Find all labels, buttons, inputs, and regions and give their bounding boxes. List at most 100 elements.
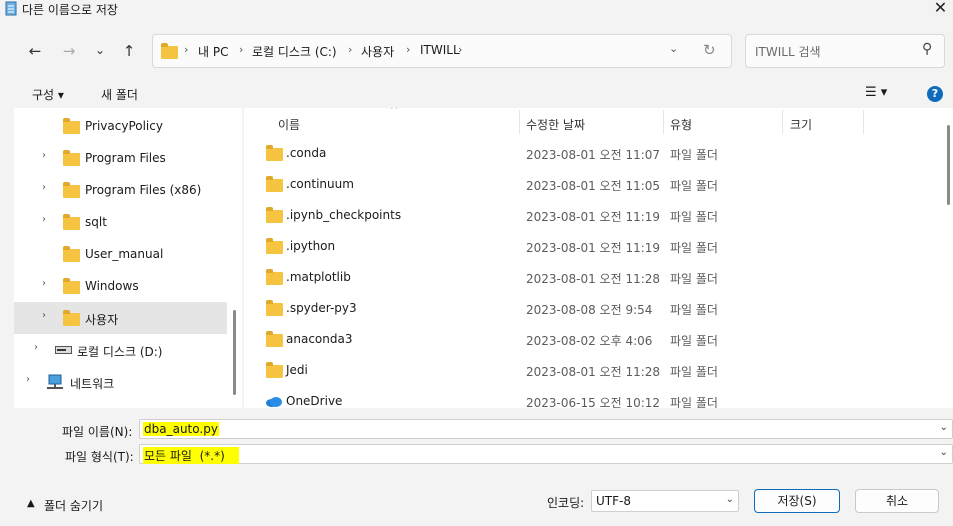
save-button[interactable]: 저장(S) [754,489,840,513]
file-row[interactable]: .conda 2023-08-01 오전 11:07 파일 폴더 [244,139,934,170]
file-type: 파일 폴더 [670,179,718,193]
column-divider[interactable] [782,110,783,134]
tree-item-program-files[interactable]: › Program Files [14,142,227,174]
tree-item-users[interactable]: › 사용자 [14,302,227,334]
filetype-label: 파일 형식(T): [65,450,134,464]
column-header-size[interactable]: 크기 [790,116,812,133]
file-modified: 2023-08-08 오전 9:54 [526,303,653,317]
tree-item-label: sqlt [85,215,107,229]
tree-item-label: PrivacyPolicy [85,119,163,133]
new-folder-button[interactable]: 새 폴더 [101,86,138,103]
file-row[interactable]: Jedi 2023-08-01 오전 11:28 파일 폴더 [244,356,934,387]
file-modified: 2023-08-02 오후 4:06 [526,334,653,348]
tree-item-user-manual[interactable]: User_manual [14,238,227,270]
breadcrumb-itwill[interactable]: ITWILL [420,43,460,57]
file-row[interactable]: .matplotlib 2023-08-01 오전 11:28 파일 폴더 [244,263,934,294]
notepad-icon [5,1,17,16]
chevron-right-icon[interactable]: › [42,310,46,321]
file-name: anaconda3 [286,332,353,346]
command-bar: 구성 ▾ 새 폴더 ☰ ▾ ? [0,80,953,108]
chevron-down-icon[interactable]: ⌄ [726,494,734,505]
filename-input[interactable]: dba_auto.py [143,422,219,436]
chevron-right-icon[interactable]: › [42,182,46,193]
file-list: ^ 이름 수정한 날짜 유형 크기 .conda 2023-08-01 오전 1… [244,108,953,408]
search-icon[interactable]: ⚲ [922,41,932,57]
organize-button[interactable]: 구성 ▾ [32,86,64,103]
folder-icon [63,214,80,230]
encoding-select[interactable]: UTF-8 ⌄ [591,490,739,512]
breadcrumb-this-pc[interactable]: 내 PC [198,43,228,60]
file-row[interactable]: .continuum 2023-08-01 오전 11:05 파일 폴더 [244,170,934,201]
breadcrumb-local-disk-c[interactable]: 로컬 디스크 (C:) [252,43,337,60]
breadcrumb-separator: › [348,43,353,56]
file-row[interactable]: OneDrive 2023-06-15 오전 10:12 파일 폴더 [244,387,934,408]
tree-item-sqlt[interactable]: › sqlt [14,206,227,238]
tree-item-network[interactable]: › 네트워크 [14,366,227,398]
column-header-name[interactable]: 이름 [278,116,300,133]
file-type: 파일 폴더 [670,334,718,348]
file-modified: 2023-06-15 오전 10:12 [526,396,661,408]
view-options-button[interactable]: ☰ ▾ [865,85,887,100]
file-row[interactable]: anaconda3 2023-08-02 오후 4:06 파일 폴더 [244,325,934,356]
close-button[interactable]: ✕ [928,0,953,20]
search-input[interactable]: ITWILL 검색 [755,43,821,60]
sort-ascending-icon: ^ [390,108,399,116]
chevron-right-icon[interactable]: › [26,374,30,385]
file-name: .conda [286,146,327,160]
breadcrumb-users[interactable]: 사용자 [361,43,394,60]
file-name: .matplotlib [286,270,351,284]
help-icon[interactable]: ? [927,86,943,102]
filetype-select[interactable]: 모든 파일 (*.*) ⌄ [139,444,953,464]
file-modified: 2023-08-01 오전 11:19 [526,210,661,224]
chevron-down-icon[interactable]: ⌄ [940,422,948,433]
column-divider[interactable] [863,110,864,134]
chevron-up-icon[interactable]: ▲ [27,498,35,509]
network-icon [47,374,63,389]
chevron-right-icon[interactable]: › [42,214,46,225]
up-button[interactable]: ↑ [116,38,142,64]
chevron-right-icon[interactable]: › [34,342,38,353]
folder-icon [266,145,283,161]
file-row[interactable]: .ipython 2023-08-01 오전 11:19 파일 폴더 [244,232,934,263]
back-button[interactable]: ← [22,38,48,64]
search-box[interactable]: ITWILL 검색 ⚲ [745,34,945,68]
filename-field[interactable]: dba_auto.py ⌄ [139,419,953,439]
tree-item-label: 로컬 디스크 (D:) [77,345,163,359]
cancel-button[interactable]: 취소 [855,489,939,513]
file-row[interactable]: .spyder-py3 2023-08-08 오전 9:54 파일 폴더 [244,294,934,325]
tree-item-windows[interactable]: › Windows [14,270,227,302]
column-header-type[interactable]: 유형 [670,116,692,133]
tree-item-label: Program Files (x86) [85,183,202,197]
chevron-down-icon[interactable]: ⌄ [940,447,948,458]
file-list-scrollbar[interactable] [947,125,950,205]
column-divider[interactable] [519,110,520,134]
folder-icon [63,246,80,262]
filetype-value: 모든 파일 (*.*) [143,447,239,464]
breadcrumb-separator: › [458,43,463,56]
tree-item-label: User_manual [85,247,164,261]
tree-item-local-disk-d[interactable]: › 로컬 디스크 (D:) [14,334,227,366]
onedrive-icon [266,397,282,407]
column-divider[interactable] [663,110,664,134]
title-bar [0,0,953,20]
tree-item-label: Program Files [85,151,166,165]
chevron-right-icon[interactable]: › [42,150,46,161]
file-type: 파일 폴더 [670,210,718,224]
file-row[interactable]: .ipynb_checkpoints 2023-08-01 오전 11:19 파… [244,201,934,232]
column-header-modified[interactable]: 수정한 날짜 [526,116,585,133]
chevron-down-icon[interactable]: ⌄ [669,42,678,55]
refresh-icon[interactable]: ↻ [703,41,716,59]
chevron-right-icon[interactable]: › [42,278,46,289]
address-bar[interactable]: › 내 PC › 로컬 디스크 (C:) › 사용자 › ITWILL › ⌄ … [152,34,732,68]
nav-scrollbar[interactable] [233,310,236,395]
hide-folders-button[interactable]: 폴더 숨기기 [44,497,103,514]
folder-icon [161,43,178,59]
file-modified: 2023-08-01 오전 11:05 [526,179,661,193]
tree-item-program-files-x86[interactable]: › Program Files (x86) [14,174,227,206]
folder-icon [266,269,283,285]
encoding-label: 인코딩: [547,496,585,510]
recent-locations-button[interactable]: ⌄ [87,37,113,63]
tree-item-privacypolicy[interactable]: PrivacyPolicy [14,110,227,142]
breadcrumb-separator: › [184,43,189,56]
forward-button[interactable]: → [56,38,82,64]
